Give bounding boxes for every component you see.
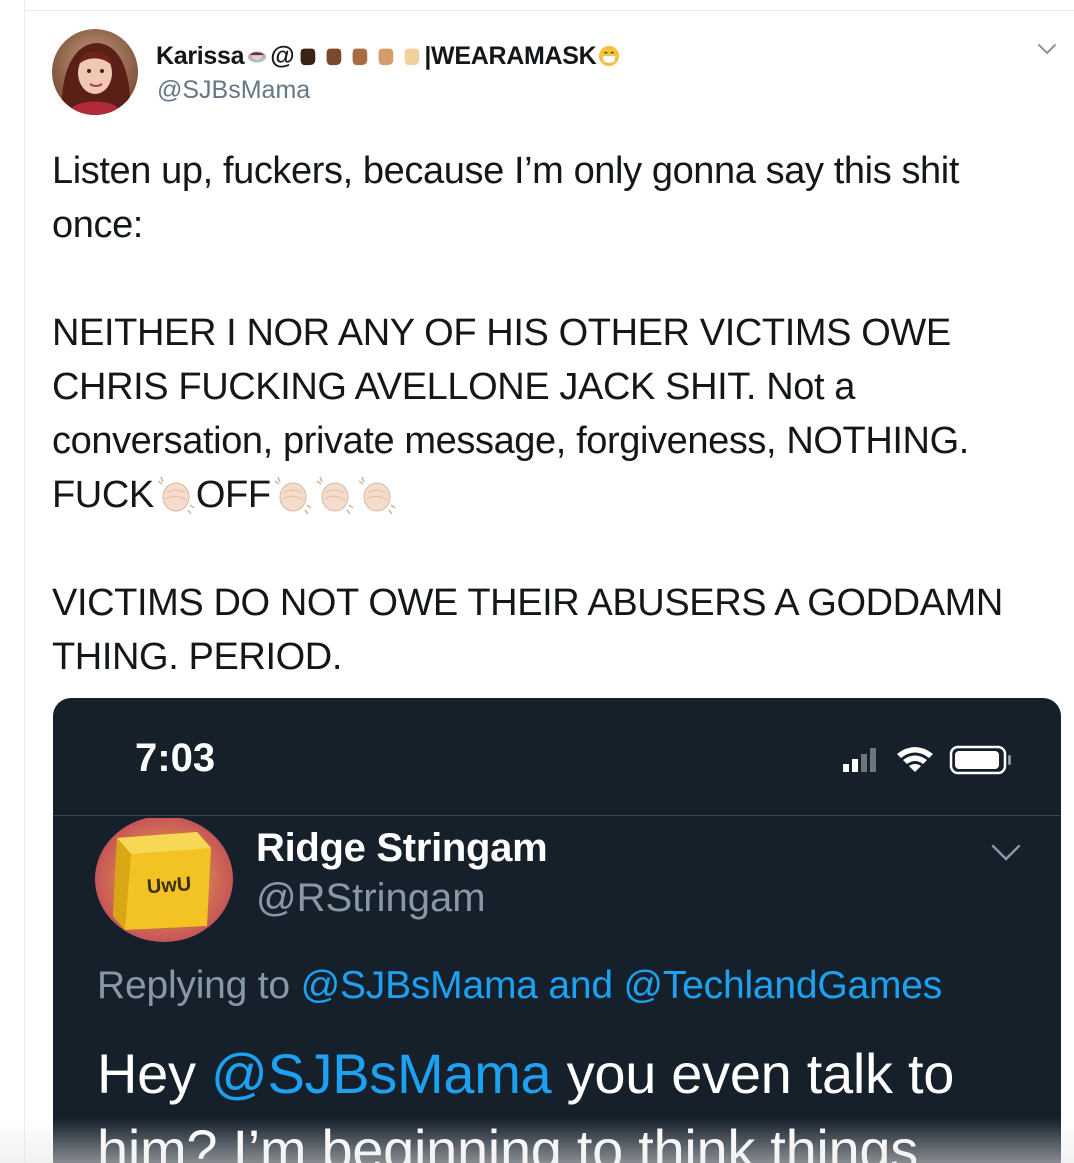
fist-light-icon — [404, 48, 420, 66]
display-name-at: @ — [270, 41, 295, 70]
attached-image[interactable]: 7:03 UwU Ridge Stringam @RStringam Reply… — [53, 698, 1061, 1163]
teacup-icon — [248, 51, 267, 63]
tweet-line: once: — [52, 204, 143, 246]
reply-line: him? I’m beginning to think things — [97, 1118, 918, 1163]
display-name-suffix: |WEARAMASK — [424, 41, 597, 70]
clapping-hands-icon — [316, 476, 354, 515]
replying-prefix: Replying to — [97, 964, 301, 1007]
reply-author-name[interactable]: Ridge Stringam — [256, 826, 548, 871]
reply-line: Hey @SJBsMama you even talk to — [97, 1036, 1037, 1112]
status-bar-icons — [843, 745, 1011, 775]
clapping-hands-icon — [274, 476, 312, 515]
reply-word: you even talk to — [551, 1042, 955, 1105]
tweet-line: VICTIMS DO NOT OWE THEIR ABUSERS A GODDA… — [52, 582, 1003, 624]
fist-dark-icon — [300, 48, 316, 66]
reply-author-handle[interactable]: @RStringam — [256, 876, 486, 921]
mention-link: @SJBsMama — [210, 1042, 552, 1105]
divider — [53, 815, 1061, 816]
column-border — [24, 0, 25, 1163]
display-name-text: Karissa — [156, 41, 245, 70]
wifi-icon — [897, 747, 933, 772]
fist-medium-dark-icon — [326, 48, 342, 66]
reply-author-avatar[interactable]: UwU — [95, 818, 233, 944]
top-divider — [24, 10, 1074, 11]
tweet-line: NEITHER I NOR ANY OF HIS OTHER VICTIMS O… — [52, 312, 951, 354]
tweet-line: Listen up, fuckers, because I’m only gon… — [52, 150, 959, 192]
signal-icon — [843, 748, 876, 772]
author-handle[interactable]: @SJBsMama — [157, 76, 310, 105]
replying-to: Replying to @SJBsMama and @TechlandGames — [97, 964, 942, 1008]
mention-link: @TechlandGames — [623, 964, 943, 1007]
tweet-line: CHRIS FUCKING AVELLONE JACK SHIT. Not a — [52, 366, 856, 408]
tweet-word: FUCK — [52, 474, 154, 516]
tweet-line: THING. PERIOD. — [52, 636, 342, 678]
tweet-page: Karissa @ |WEARAMASK @SJBsMama Listen up… — [0, 0, 1074, 1163]
status-bar-time: 7:03 — [135, 736, 216, 780]
reply-text: Hey @SJBsMama you even talk to him? I’m … — [97, 1036, 1037, 1163]
tweet-line: FUCK OFF — [52, 468, 1062, 522]
mention-link: @SJBsMama — [300, 964, 538, 1007]
chevron-down-icon[interactable] — [1034, 36, 1060, 62]
tweet-text: Listen up, fuckers, because I’m only gon… — [52, 144, 1062, 684]
author-avatar[interactable] — [52, 29, 138, 115]
tweet-word: OFF — [195, 474, 271, 516]
battery-icon — [949, 745, 1011, 775]
fist-medium-icon — [352, 48, 368, 66]
tweet-line: conversation, private message, forgivene… — [52, 420, 969, 462]
clapping-hands-icon — [358, 476, 396, 515]
avatar-text: UwU — [146, 873, 192, 898]
clapping-hands-icon — [157, 476, 195, 515]
chevron-down-icon — [991, 844, 1021, 861]
mask-face-icon — [599, 45, 620, 67]
replying-and: and — [537, 964, 624, 1007]
reply-word: Hey — [97, 1042, 211, 1105]
fist-medium-light-icon — [378, 48, 394, 66]
author-display-name[interactable]: Karissa @ |WEARAMASK — [156, 40, 622, 72]
